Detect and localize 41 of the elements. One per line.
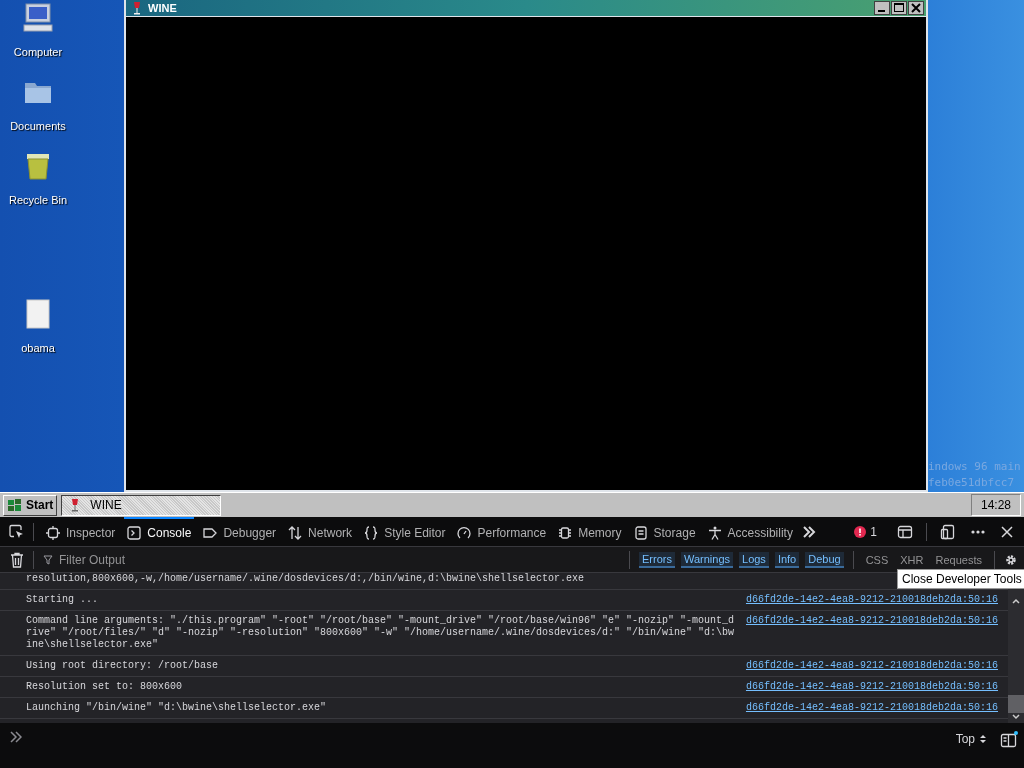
devtools-tab[interactable]: Memory [555,517,625,546]
devtools-tab[interactable]: Performance [454,517,550,546]
start-button[interactable]: Start [3,494,58,516]
source-link[interactable]: d66fd2de-14e2-4ea8-9212-210018deb2da:50:16 [745,681,998,693]
level-filter-button[interactable]: Info [774,551,800,568]
level-filter-button[interactable]: Logs [739,551,769,568]
log-message: resolution,800x600,-w,/home/username/.wine/dosdevices/d:,/bin/wine,d:\bwine\shellselector.exe [26,573,585,585]
icon-label[interactable]: Recycle Bin [8,194,68,206]
log-message: Resolution set to: 800x600 [26,681,183,693]
devtools-tab[interactable]: Inspector [43,517,119,546]
source-link[interactable]: d66fd2de-14e2-4ea8-9212-210018deb2da:50:16 [745,615,998,651]
icon-label[interactable]: Computer [13,46,63,58]
taskbar-button[interactable]: WINE [61,494,222,516]
log-message: Starting ... [26,594,98,606]
icon-label[interactable]: Documents [10,120,66,132]
source-link[interactable]: d66fd2de-14e2-4ea8-9212-210018deb2da:50:16 [745,702,998,714]
log-message: Launching "/bin/wine" "d:\bwine\shellselector.exe" [26,702,327,714]
devtools-tab[interactable]: Style Editor [361,517,449,546]
error-count[interactable]: 1 [854,524,877,539]
source-link[interactable]: d66fd2de-14e2-4ea8-9212-210018deb2da:50:16 [745,594,998,606]
log-message: Command line arguments: "./this.program" "-root" "/root/base" "-mount_drive" "/root/base/win96" "e" "-nozip" "-mount_drive" "/root/files/" "d" "-nozip" "-resolution" "800x600" "-w" "/home/username/.wine/dosdevices/d:" "/bin/wine" "d:\bwine\shellselector.exe" [26,615,736,651]
background-text: indows 96 main [928,460,1021,473]
devtools-tab[interactable]: Network [285,517,356,546]
type-filter-button[interactable]: Requests [932,552,985,567]
clock: 14:28 [970,494,1021,516]
devtools-tab[interactable]: Debugger [200,517,280,546]
devtools-tab[interactable]: Accessibility [704,517,796,546]
context-selector[interactable]: Top [949,731,992,747]
tooltip: Close Developer Tools [897,569,1024,589]
type-filter-button[interactable]: XHR [897,552,927,567]
level-filter-button[interactable]: Debug [805,551,844,568]
level-filter-button[interactable]: Warnings [680,551,733,568]
icon-label[interactable]: obama [21,342,55,354]
window-title: WINE [148,2,177,14]
level-filter-button[interactable]: Errors [639,551,675,568]
background-text: feb0e51dbfcc7 [928,476,1015,489]
filter-field[interactable]: Filter Output [57,551,261,568]
source-link[interactable]: d66fd2de-14e2-4ea8-9212-210018deb2da:50:16 [745,660,998,672]
devtools-tab[interactable]: Storage [630,517,699,546]
log-message: Using root directory: /root/base [26,660,219,672]
type-filter-button[interactable]: CSS [862,552,892,567]
